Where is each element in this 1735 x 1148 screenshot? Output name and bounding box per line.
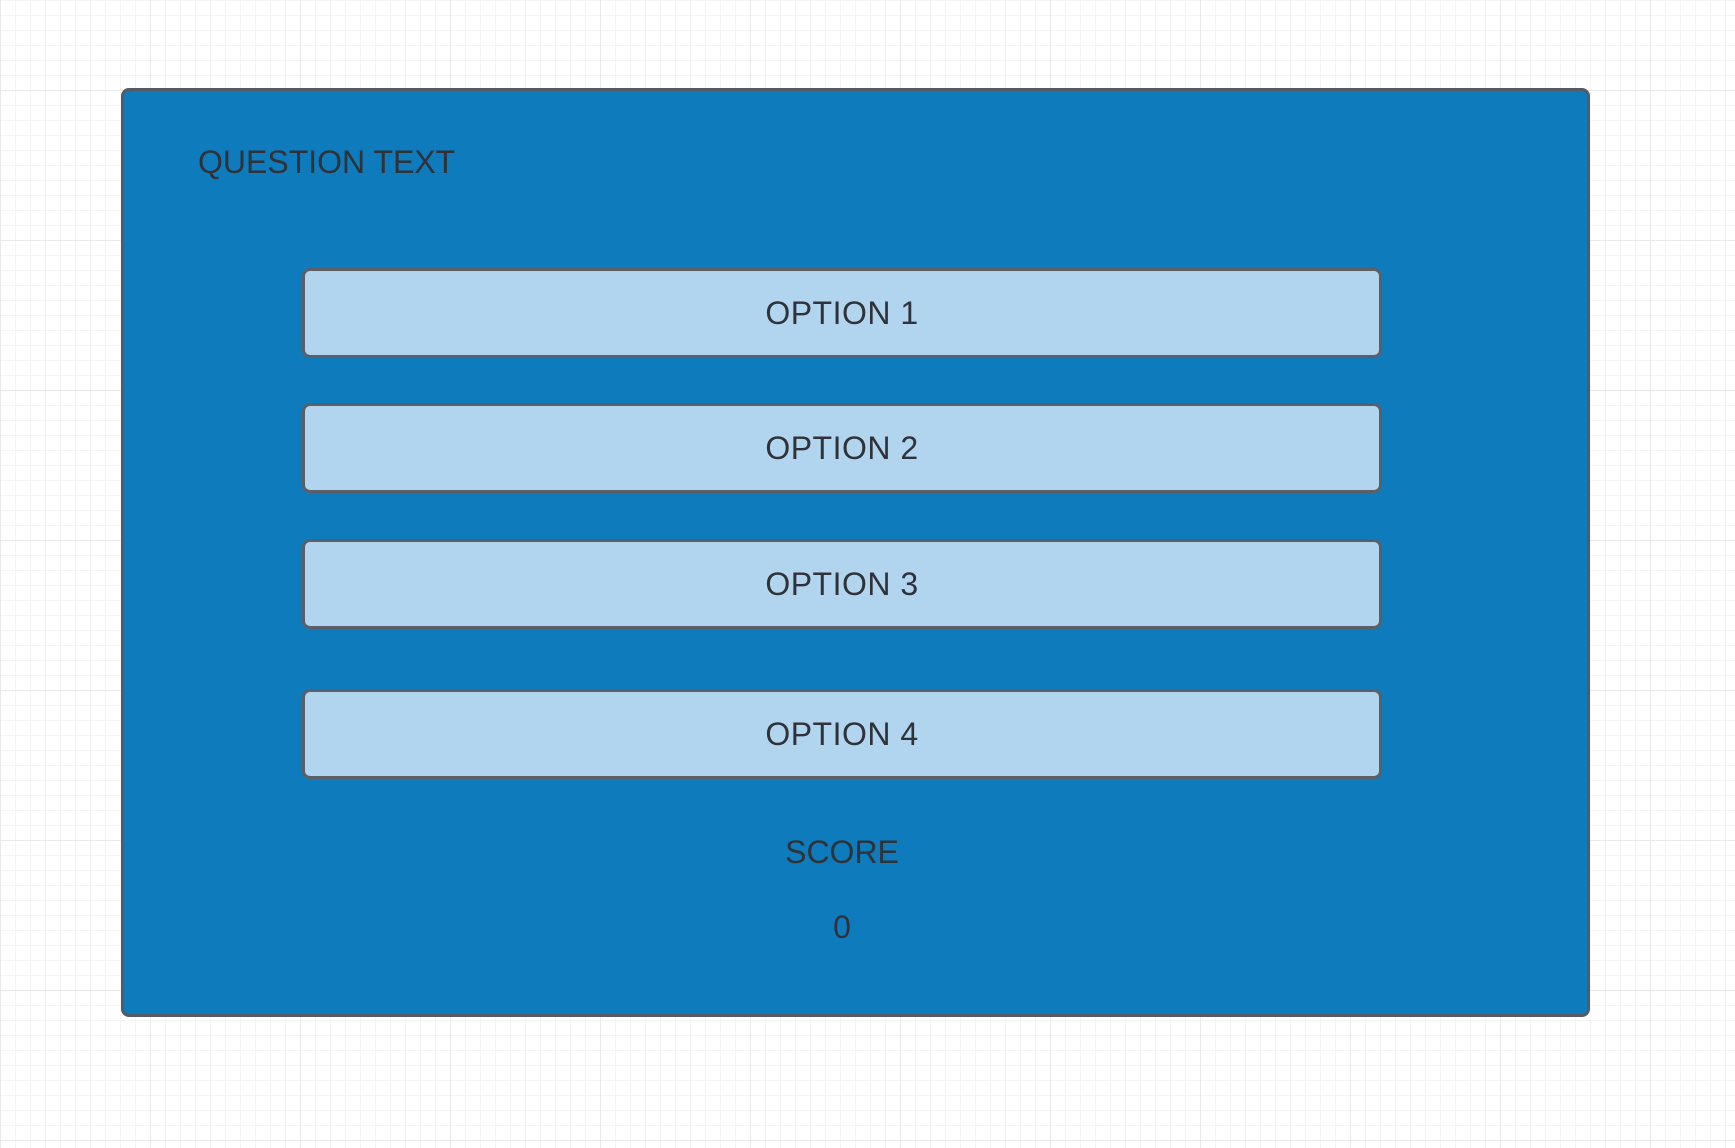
option-1-button[interactable]: OPTION 1 — [302, 268, 1382, 358]
option-3-button[interactable]: OPTION 3 — [302, 539, 1382, 629]
option-4-button[interactable]: OPTION 4 — [302, 689, 1382, 779]
score-label: SCORE — [785, 834, 899, 870]
option-4-label: OPTION 4 — [765, 716, 919, 752]
option-2-button[interactable]: OPTION 2 — [302, 403, 1382, 493]
question-text: QUESTION TEXT — [198, 144, 456, 180]
wireframe-canvas: QUESTION TEXT OPTION 1 OPTION 2 OPTION 3… — [0, 0, 1735, 1148]
option-2-label: OPTION 2 — [765, 430, 919, 466]
option-3-label: OPTION 3 — [765, 566, 919, 602]
score-value: 0 — [833, 909, 851, 945]
option-1-label: OPTION 1 — [765, 295, 919, 331]
